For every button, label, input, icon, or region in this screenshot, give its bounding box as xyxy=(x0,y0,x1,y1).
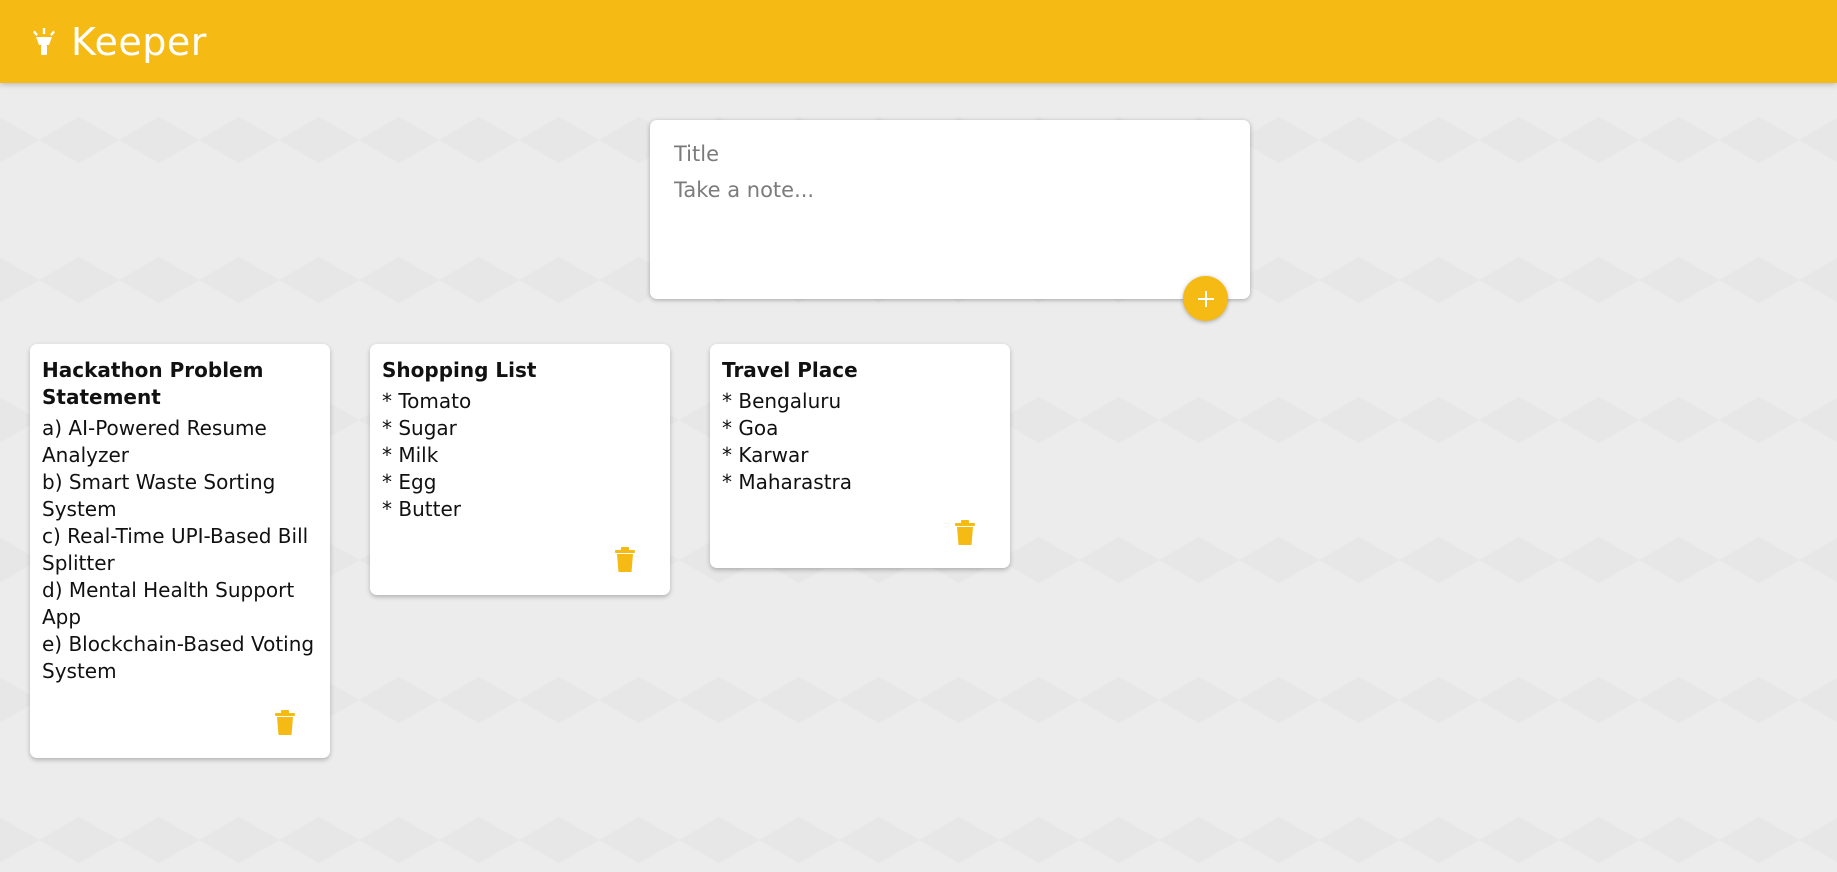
trash-icon xyxy=(615,547,635,572)
title-input[interactable] xyxy=(674,142,1226,166)
app-header: Keeper xyxy=(0,0,1837,83)
trash-icon xyxy=(955,520,975,545)
note-title: Hackathon Problem Statement xyxy=(42,358,264,409)
trash-icon xyxy=(275,710,295,735)
plus-icon xyxy=(1197,290,1214,307)
delete-note-button[interactable] xyxy=(274,710,296,736)
note-card: Shopping List * Tomato * Sugar * Milk * … xyxy=(370,344,670,595)
note-content-input[interactable] xyxy=(674,178,1226,268)
note-composer xyxy=(650,120,1250,299)
highlight-lamp-icon xyxy=(32,27,56,55)
note-content: * Tomato * Sugar * Milk * Egg * Butter xyxy=(382,389,472,521)
note-content: a) AI-Powered Resume Analyzer b) Smart W… xyxy=(42,416,315,683)
note-content: * Bengaluru * Goa * Karwar * Maharastra xyxy=(722,389,853,494)
delete-note-button[interactable] xyxy=(954,520,976,546)
note-card: Travel Place * Bengaluru * Goa * Karwar … xyxy=(710,344,1010,568)
delete-note-button[interactable] xyxy=(614,547,636,573)
note-card: Hackathon Problem Statement a) AI-Powere… xyxy=(30,344,330,758)
note-title: Shopping List xyxy=(382,358,537,382)
add-note-button[interactable] xyxy=(1183,276,1228,321)
note-title: Travel Place xyxy=(722,358,858,382)
app-title: Keeper xyxy=(71,19,207,64)
